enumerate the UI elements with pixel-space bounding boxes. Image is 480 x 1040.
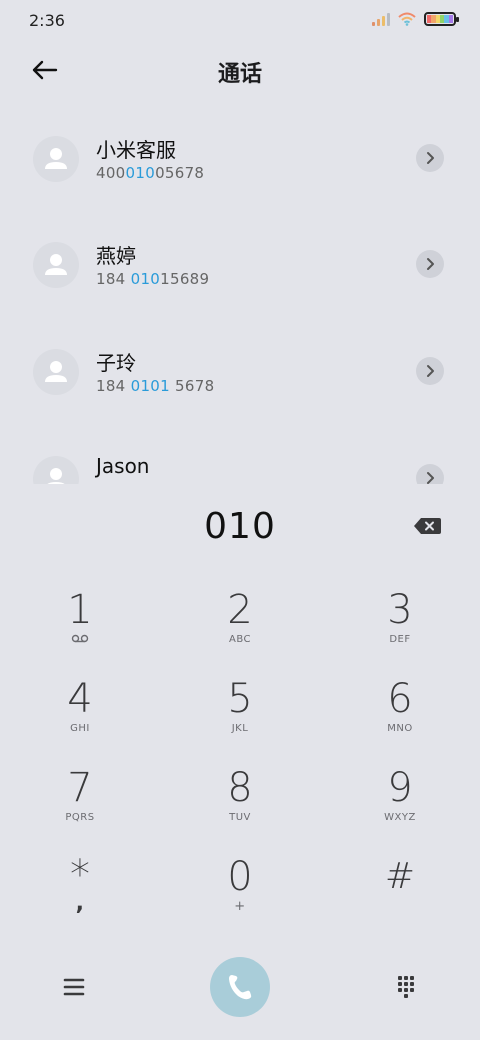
person-icon [45,148,67,169]
contact-detail-button[interactable] [416,464,444,484]
chevron-right-icon [427,472,434,484]
contact-suggestion-list[interactable]: 小米客服 40001005678 燕婷 184 01015689 子玲 184 … [0,110,480,484]
phone-icon [229,975,252,1000]
contact-detail-button[interactable] [416,250,444,278]
avatar [33,136,79,182]
status-icons [372,12,459,26]
key-digit: 7 [67,765,93,811]
key-digit: 1 [67,587,93,633]
contact-detail-button[interactable] [416,144,444,172]
key-digit: 4 [67,676,93,722]
person-icon [45,361,67,382]
menu-icon [63,978,85,996]
contact-name: 小米客服 [96,138,176,162]
contact-number: 40001005678 [96,164,205,182]
key-0[interactable]: 0 + [180,853,300,933]
key-4[interactable]: 4 GHI [20,675,140,755]
avatar [33,242,79,288]
page-title: 通话 [217,62,262,87]
backspace-button[interactable] [412,515,442,537]
key-2[interactable]: 2 ABC [180,586,300,666]
contact-name: 子玲 [96,351,136,375]
key-letters: DEF [389,634,411,645]
key-1[interactable]: 1 [20,586,140,666]
key-digit: 8 [227,765,253,811]
key-digit: 5 [227,676,253,722]
key-8[interactable]: 8 TUV [180,764,300,844]
contact-number: 184 01015689 [96,270,210,288]
voicemail-icon [71,634,89,643]
key-letters: + [234,899,246,914]
key-digit: 2 [227,587,253,633]
contact-name: 燕婷 [96,244,136,268]
key-digit: 9 [387,765,413,811]
status-time: 2:36 [29,11,65,30]
chevron-right-icon [427,258,434,270]
dialpad-icon [398,976,414,998]
key-digit: # [384,856,416,897]
number-match-highlight: 010 [130,270,161,288]
key-letters: TUV [229,812,251,823]
number-match-highlight: 010 [125,164,156,182]
key-letters: WXYZ [384,812,416,823]
menu-button[interactable] [54,970,94,1004]
key-9[interactable]: 9 WXYZ [340,764,460,844]
dialed-number-display: 010 [204,506,276,547]
key-5[interactable]: 5 JKL [180,675,300,755]
avatar [33,349,79,395]
dialpad-toggle-button[interactable] [386,970,426,1004]
chevron-right-icon [427,365,434,377]
wifi-icon [398,12,416,26]
contact-row[interactable]: 小米客服 40001005678 [0,110,480,210]
backspace-icon [414,518,441,534]
status-bar: 2:36 [0,0,480,40]
chevron-right-icon [427,152,434,164]
key-6[interactable]: 6 MNO [340,675,460,755]
contact-detail-button[interactable] [416,357,444,385]
contact-row[interactable]: 子玲 184 0101 5678 [0,323,480,423]
contact-number: 184 0101 5678 [96,377,215,395]
contact-name: Jason [96,454,150,478]
battery-icon [424,12,459,26]
key-digit: 6 [387,676,413,722]
call-button[interactable] [210,957,270,1017]
key-digit: 3 [387,587,413,633]
key-digit: 0 [227,854,253,900]
key-7[interactable]: 7 PQRS [20,764,140,844]
signal-icon [372,12,390,26]
key-letters: JKL [231,723,249,734]
key-letters: , [75,891,85,916]
key-3[interactable]: 3 DEF [340,586,460,666]
key-letters: ABC [228,634,251,645]
contact-row[interactable]: 燕婷 184 01015689 [0,216,480,316]
avatar [33,456,79,484]
key-letters: GHI [70,723,90,734]
bottom-action-bar [0,952,480,1022]
header: 通话 [0,48,480,92]
key-letters: MNO [387,723,413,734]
key-hash[interactable]: # [340,853,460,933]
contact-row[interactable]: Jason [0,430,480,484]
key-letters: PQRS [65,812,95,823]
key-star[interactable]: * , [20,853,140,933]
person-icon [47,468,65,484]
person-icon [45,254,67,275]
number-match-highlight: 0101 [130,377,170,395]
